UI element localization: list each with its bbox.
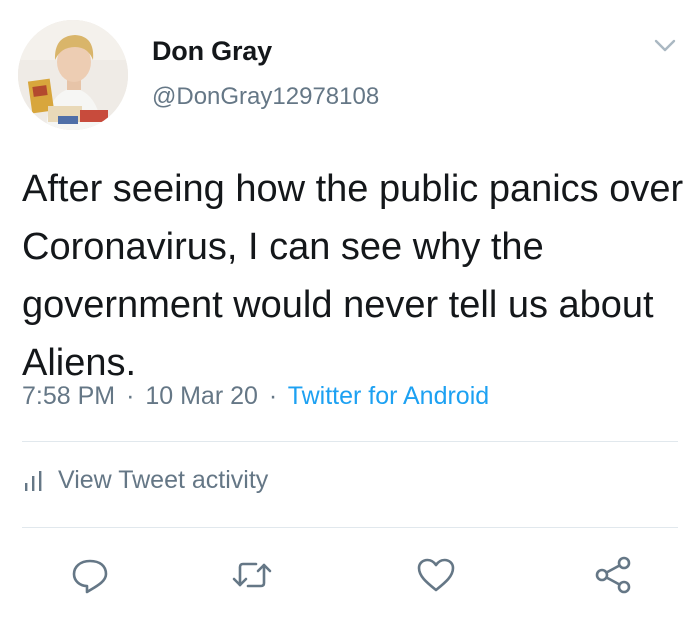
like-icon[interactable] <box>414 555 458 595</box>
view-tweet-activity-link[interactable]: View Tweet activity <box>24 466 268 495</box>
tweet-text: After seeing how the public panics over … <box>22 168 684 384</box>
divider <box>22 527 678 528</box>
view-tweet-activity-label: View Tweet activity <box>58 466 269 494</box>
tweet-source-link[interactable]: Twitter for Android <box>288 382 489 410</box>
meta-separator: · <box>126 382 135 410</box>
display-name[interactable]: Don Gray <box>152 36 272 67</box>
chevron-down-icon[interactable] <box>652 34 678 56</box>
avatar[interactable] <box>18 20 128 130</box>
action-bar <box>0 555 700 599</box>
share-icon[interactable] <box>592 555 636 595</box>
meta-separator: · <box>268 382 278 410</box>
divider <box>22 441 678 442</box>
bar-chart-icon <box>25 470 42 491</box>
retweet-icon[interactable] <box>230 555 274 595</box>
tweet-time: 7:58 PM <box>22 382 116 410</box>
reply-icon[interactable] <box>68 555 112 595</box>
tweet-date: 10 Mar 20 <box>145 382 258 410</box>
user-handle[interactable]: @DonGray12978108 <box>152 83 379 111</box>
tweet-meta: 7:58 PM · 10 Mar 20 · Twitter for Androi… <box>22 382 489 411</box>
